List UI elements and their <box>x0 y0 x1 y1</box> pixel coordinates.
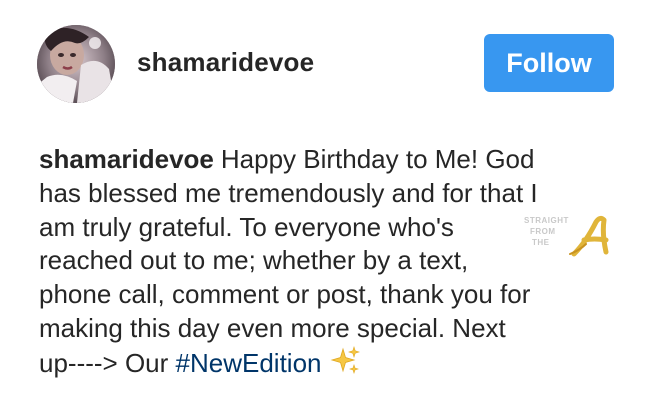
caption-line: has blessed me tremendously and for that… <box>39 177 538 208</box>
caption-line: phone call, comment or post, thank you f… <box>39 279 531 310</box>
sparkles-icon <box>330 345 360 385</box>
username[interactable]: shamaridevoe <box>137 46 314 78</box>
caption-author[interactable]: shamaridevoe <box>39 144 214 174</box>
caption-text: Happy Birthday to Me! God <box>220 144 535 174</box>
post-header: shamaridevoe Follow <box>0 0 647 120</box>
watermark-logo: STRAIGHT FROM THE <box>524 214 620 258</box>
avatar[interactable] <box>37 25 115 103</box>
caption-line: making this day even more special. Next <box>39 312 506 343</box>
caption-line: up----> Our #NewEdition <box>39 345 629 385</box>
caption-text: up----> Our <box>39 347 176 378</box>
follow-button[interactable]: Follow <box>484 34 614 92</box>
hashtag-link[interactable]: #NewEdition <box>176 348 322 378</box>
caption-line: shamaridevoe Happy Birthday to Me! God <box>39 143 629 177</box>
watermark-a-icon <box>569 215 609 257</box>
post-caption: shamaridevoe Happy Birthday to Me! God ha… <box>39 143 629 385</box>
avatar-image <box>37 25 115 103</box>
